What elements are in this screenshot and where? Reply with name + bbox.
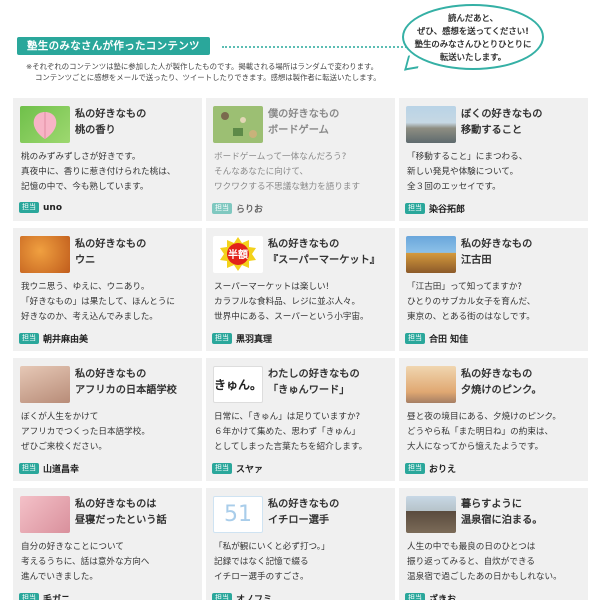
author-badge: 担当 xyxy=(212,203,232,214)
author-name: 朝井麻由美 xyxy=(43,335,89,345)
author-name: 染谷拓郎 xyxy=(429,205,466,215)
author-name: 黒羽真理 xyxy=(236,335,273,345)
author-name: 山道昌幸 xyxy=(43,465,80,475)
notice-text: ※それぞれのコンテンツは塾に参加した人が製作したものです。掲載される場所はランダ… xyxy=(26,61,381,83)
author-name: おりえ xyxy=(429,465,457,475)
card-description: 人生の中でも最良の日のひとつは 振り返ってみると、自炊ができる 温泉宿で過ごしたあの… xyxy=(407,542,562,582)
svg-text:半額: 半額 xyxy=(228,248,248,261)
jersey-51: 51 xyxy=(213,496,263,533)
card-description: 「私が観にいくと必ず打つ。」 記録ではなく記憶で綴る イチロー選手のすごさ。 xyxy=(214,542,330,582)
town-photo xyxy=(406,236,456,273)
section-title: 塾生のみなさんが作ったコンテンツ xyxy=(17,37,210,55)
author-badge: 担当 xyxy=(405,463,425,474)
card-author: 担当 ざきお xyxy=(405,592,456,600)
kyun-lettering: きゅん。 xyxy=(213,366,263,403)
author-name: オノフミ xyxy=(236,595,273,600)
header: 塾生のみなさんが作ったコンテンツ ※それぞれのコンテンツは塾に参加した人が製作し… xyxy=(0,0,600,100)
card-author: 担当 らりお xyxy=(212,202,263,215)
bubble-line: 転送いたします。 xyxy=(439,52,507,62)
content-card[interactable]: 私の好きなもの 桃の香り 桃のみずみずしさが好きです。 真夜中に、香りに惹き付けられ… xyxy=(13,98,202,221)
content-card[interactable]: 私の好きなもの 江古田 「江古田」って知ってますか? ひとりのサブカル女子を育んだ、… xyxy=(399,228,588,351)
card-title: 私の好きなもの 夕焼けのピンク。 xyxy=(461,369,542,396)
card-description: スーパーマーケットは楽しい! カラフルな食料品、レジに並ぶ人々。 世界中にある、スー… xyxy=(214,282,369,322)
author-name: ざきお xyxy=(429,595,457,600)
card-author: 担当 スヤァ xyxy=(212,462,263,475)
card-author: 担当 黒羽真理 xyxy=(212,332,272,345)
author-badge: 担当 xyxy=(212,593,232,600)
author-name: uno xyxy=(43,202,62,213)
content-grid: 私の好きなもの 桃の香り 桃のみずみずしさが好きです。 真夜中に、香りに惹き付けられ… xyxy=(10,98,590,600)
sunset-photo xyxy=(406,366,456,403)
author-badge: 担当 xyxy=(212,333,232,344)
author-name: 毛ガニ xyxy=(43,595,71,600)
card-description: 昼と夜の境目にある、夕焼けのピンク。 どうやら私「また明日ね」の約束は、 大人になっ… xyxy=(407,412,562,452)
content-card[interactable]: 私の好きなもの アフリカの日本語学校 ぼくが人生をかけて アフリカでつくった日本語学… xyxy=(13,358,202,481)
content-card[interactable]: 私の好きなもの 夕焼けのピンク。 昼と夜の境目にある、夕焼けのピンク。 どうやら私「… xyxy=(399,358,588,481)
author-badge: 担当 xyxy=(19,593,39,600)
card-author: 担当 uno xyxy=(19,202,62,213)
card-description: 日常に、「きゅん」は足りていますか? ６年かけて集めた、思わず「きゅん」 としてしま… xyxy=(214,412,368,452)
content-card[interactable]: 半額 私の好きなもの 『スーパーマーケット』 スーパーマーケットは楽しい! カラフル… xyxy=(206,228,395,351)
board-game-icon xyxy=(213,106,263,143)
card-title: 私の好きなもの 江古田 xyxy=(461,239,533,266)
card-author: 担当 毛ガニ xyxy=(19,592,70,600)
author-badge: 担当 xyxy=(405,593,425,600)
card-author: 担当 おりえ xyxy=(405,462,456,475)
content-card[interactable]: ぼくの好きなもの 移動すること 「移動すること」にまつわる、 新しい発見や体験につい… xyxy=(399,98,588,221)
card-title: 僕の好きなもの ボードゲーム xyxy=(268,109,340,136)
sea-urchin-photo xyxy=(20,236,70,273)
card-author: 担当 合田 知佳 xyxy=(405,332,468,345)
content-card[interactable]: 暮らすように 温泉宿に泊まる。 人生の中でも最良の日のひとつは 振り返ってみると、自… xyxy=(399,488,588,600)
card-title: ぼくの好きなもの 移動すること xyxy=(461,109,543,136)
card-author: 担当 山道昌幸 xyxy=(19,462,79,475)
coast-photo xyxy=(406,106,456,143)
bubble-line: 塾生のみなさんひとりひとりに xyxy=(414,39,532,49)
content-card[interactable]: 51 私の好きなもの イチロー選手 「私が観にいくと必ず打つ。」 記録ではなく記憶で… xyxy=(206,488,395,600)
author-badge: 担当 xyxy=(19,463,39,474)
card-title: 私の好きなもの 桃の香り xyxy=(75,109,147,136)
author-badge: 担当 xyxy=(19,333,39,344)
notice-line: ※それぞれのコンテンツは塾に参加した人が製作したものです。掲載される場所はランダ… xyxy=(26,62,379,71)
card-description: ぼくが人生をかけて アフリカでつくった日本語学校。 ぜひご来校ください。 xyxy=(21,412,150,452)
speech-bubble: 読んだあと、 ぜひ、感想を送ってください! 塾生のみなさんひとりひとりに 転送い… xyxy=(402,4,544,70)
card-author: 担当 染谷拓郎 xyxy=(405,202,465,215)
school-photo xyxy=(20,366,70,403)
author-name: スヤァ xyxy=(236,465,264,475)
bubble-line: 読んだあと、 xyxy=(448,13,498,23)
card-description: 「移動すること」にまつわる、 新しい発見や体験について。 全３回のエッセイです。 xyxy=(407,152,528,192)
content-card[interactable]: 私の好きなもの ウニ 我ウニ思う、ゆえに、ウニあり。 「好きなもの」は果たして、ほん… xyxy=(13,228,202,351)
card-description: ボードゲームって一体なんだろう? そんなあなたに向けて、 ワクワクする不思議な魅力を… xyxy=(214,152,361,192)
peach-icon xyxy=(20,106,70,143)
card-title: 私の好きなものは 昼寝だったという話 xyxy=(75,499,167,526)
card-description: 自分の好きなことについて 考えるうちに、話は意外な方向へ 進んでいきました。 xyxy=(21,542,150,582)
author-name: 合田 知佳 xyxy=(429,335,469,345)
bubble-line: ぜひ、感想を送ってください! xyxy=(416,26,530,36)
card-title: 私の好きなもの 『スーパーマーケット』 xyxy=(268,239,380,266)
content-card[interactable]: きゅん。 わたしの好きなもの 「きゅんワード」 日常に、「きゅん」は足りていますか… xyxy=(206,358,395,481)
card-title: 私の好きなもの アフリカの日本語学校 xyxy=(75,369,177,396)
author-name: らりお xyxy=(236,205,264,215)
content-card[interactable]: 僕の好きなもの ボードゲーム ボードゲームって一体なんだろう? そんなあなたに向けて… xyxy=(206,98,395,221)
card-title: 暮らすように 温泉宿に泊まる。 xyxy=(461,499,543,526)
notice-line: コンテンツごとに感想をメールで送ったり、ツイートしたりできます。感想は製作者に転… xyxy=(35,73,381,82)
card-author: 担当 朝井麻由美 xyxy=(19,332,88,345)
author-badge: 担当 xyxy=(405,333,425,344)
dotted-divider xyxy=(222,46,422,48)
card-title: 私の好きなもの ウニ xyxy=(75,239,147,266)
author-badge: 担当 xyxy=(212,463,232,474)
card-title: 私の好きなもの イチロー選手 xyxy=(268,499,340,526)
card-author: 担当 オノフミ xyxy=(212,592,272,600)
card-title: わたしの好きなもの 「きゅんワード」 xyxy=(268,369,360,396)
card-description: 我ウニ思う、ゆえに、ウニあり。 「好きなもの」は果たして、ほんとうに 好きなのか、考… xyxy=(21,282,176,322)
card-description: 「江古田」って知ってますか? ひとりのサブカル女子を育んだ、 東京の、とある街のはな… xyxy=(407,282,536,322)
nap-photo xyxy=(20,496,70,533)
content-card[interactable]: 私の好きなものは 昼寝だったという話 自分の好きなことについて 考えるうちに、話は意… xyxy=(13,488,202,600)
author-badge: 担当 xyxy=(405,203,425,214)
author-badge: 担当 xyxy=(19,202,39,213)
card-description: 桃のみずみずしさが好きです。 真夜中に、香りに惹き付けられた桃は、 記憶の中で、今も… xyxy=(21,152,176,192)
onsen-photo xyxy=(406,496,456,533)
half-price-sticker: 半額 xyxy=(213,236,263,273)
